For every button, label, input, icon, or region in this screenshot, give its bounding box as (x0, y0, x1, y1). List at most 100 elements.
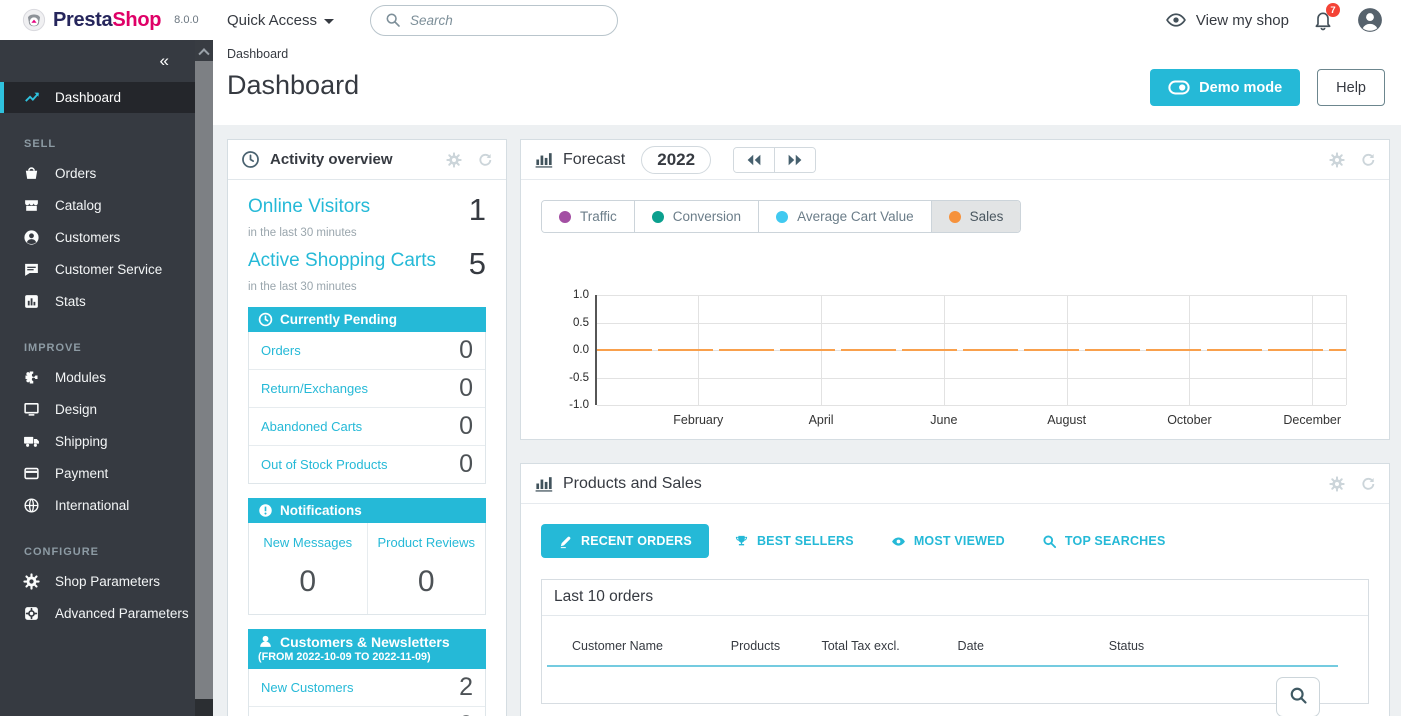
forecast-tab-sales[interactable]: Sales (931, 201, 1021, 232)
sidebar-item-customers[interactable]: Customers (0, 221, 195, 253)
summary-row-label[interactable]: New Customers (261, 680, 353, 695)
sidebar-item-label: Catalog (55, 198, 102, 213)
tab-label: BEST SELLERS (757, 534, 854, 548)
gridline-horizontal (597, 323, 1346, 324)
gear-icon[interactable] (1329, 152, 1345, 168)
stat-value: 5 (469, 250, 486, 278)
scrollbar-thumb[interactable] (195, 61, 213, 699)
scrollbar-up-button[interactable] (195, 40, 213, 61)
y-axis-tick-label: -0.5 (569, 372, 589, 384)
help-label: Help (1336, 80, 1366, 96)
panel-title: Activity overview (270, 151, 393, 168)
x-axis-tick-label: June (930, 413, 957, 427)
person-icon (23, 229, 40, 246)
sidebar-item-stats[interactable]: Stats (0, 285, 195, 317)
next-year-button[interactable] (774, 148, 815, 172)
summary-row-label[interactable]: Out of Stock Products (261, 457, 387, 472)
refresh-icon[interactable] (1360, 476, 1376, 492)
sidebar-item-label: Stats (55, 294, 86, 309)
notification-cell-label[interactable]: New Messages (263, 535, 352, 550)
sidebar-item-label: International (55, 498, 129, 513)
breadcrumb[interactable]: Dashboard (227, 47, 1385, 61)
sidebar-scrollbar[interactable] (195, 40, 213, 716)
y-axis-tick-label: 0.5 (573, 317, 589, 329)
stat-label[interactable]: Online Visitors (248, 196, 370, 218)
orders-table-header: Customer NameProductsTotal Tax excl.Date… (547, 616, 1338, 667)
profile-avatar[interactable] (1357, 7, 1383, 33)
puzzle-icon (23, 369, 40, 386)
prestashop-logo[interactable]: PrestaShop 8.0.0 (22, 8, 195, 32)
activity-overview-panel: Activity overview Online Visitors 1 in the… (227, 139, 507, 716)
version-label: 8.0.0 (174, 14, 198, 26)
tab-label: RECENT ORDERS (581, 534, 692, 548)
search-icon (385, 12, 401, 28)
series-color-dot (559, 211, 571, 223)
scrollbar-down-button[interactable] (195, 699, 213, 716)
demo-mode-button[interactable]: Demo mode (1150, 69, 1300, 106)
sidebar-item-shop-parameters[interactable]: Shop Parameters (0, 565, 195, 597)
notifications-bell[interactable]: 7 (1313, 9, 1333, 31)
x-axis-tick-label: April (809, 413, 834, 427)
stat-subtitle: in the last 30 minutes (248, 281, 486, 293)
help-button[interactable]: Help (1317, 69, 1385, 106)
tab-most-viewed[interactable]: MOST VIEWED (879, 524, 1017, 558)
sidebar-item-dashboard[interactable]: Dashboard (0, 82, 195, 113)
globe-icon (23, 497, 40, 514)
view-order-button[interactable] (1276, 677, 1320, 716)
sidebar-sections: SELLOrdersCatalogCustomersCustomer Servi… (0, 138, 195, 629)
demo-mode-label: Demo mode (1199, 80, 1282, 96)
gear-icon (23, 573, 40, 590)
sidebar-item-label: Modules (55, 370, 106, 385)
search-box[interactable] (370, 5, 618, 36)
activity-stats: Online Visitors 1 in the last 30 minutes Ac… (248, 196, 486, 293)
tab-top-searches[interactable]: TOP SEARCHES (1030, 524, 1178, 558)
y-axis-tick-label: -1.0 (569, 399, 589, 411)
topbar: PrestaShop 8.0.0 Quick Access View my sh… (0, 0, 1401, 40)
notification-cell-label[interactable]: Product Reviews (377, 535, 475, 550)
search-icon (1042, 534, 1057, 549)
series-color-dot (949, 211, 961, 223)
tab-best-sellers[interactable]: BEST SELLERS (722, 524, 866, 558)
products-sales-tabs: RECENT ORDERS BEST SELLERS MOST VIEWED TOP … (521, 504, 1389, 558)
advanced-gear-icon (23, 605, 40, 622)
search-input[interactable] (410, 13, 603, 28)
stat-label[interactable]: Active Shopping Carts (248, 250, 436, 272)
last-orders-box: Last 10 orders Customer NameProductsTota… (541, 579, 1369, 704)
gear-icon[interactable] (1329, 476, 1345, 492)
sidebar-item-shipping[interactable]: Shipping (0, 425, 195, 457)
sidebar-item-international[interactable]: International (0, 489, 195, 521)
stat-value: 1 (469, 196, 486, 224)
summary-row-value: 0 (459, 338, 473, 363)
sidebar-item-customer-service[interactable]: Customer Service (0, 253, 195, 285)
gear-icon[interactable] (446, 152, 462, 168)
summary-row-label[interactable]: Orders (261, 343, 301, 358)
sidebar-item-design[interactable]: Design (0, 393, 195, 425)
brand-name: PrestaShop (53, 9, 161, 32)
tab-recent-orders[interactable]: RECENT ORDERS (541, 524, 709, 558)
year-selector[interactable]: 2022 (641, 146, 711, 174)
forecast-tab-traffic[interactable]: Traffic (542, 201, 634, 232)
forecast-tab-conversion[interactable]: Conversion (634, 201, 758, 232)
stats-icon (23, 293, 40, 310)
sidebar-item-modules[interactable]: Modules (0, 361, 195, 393)
summary-row-label[interactable]: Return/Exchanges (261, 381, 368, 396)
refresh-icon[interactable] (1360, 152, 1376, 168)
notification-count-badge: 7 (1326, 3, 1340, 17)
sidebar-item-catalog[interactable]: Catalog (0, 189, 195, 221)
sidebar-item-advanced-parameters[interactable]: Advanced Parameters (0, 597, 195, 629)
summary-row-label[interactable]: Abandoned Carts (261, 419, 362, 434)
view-my-shop-link[interactable]: View my shop (1165, 12, 1289, 29)
refresh-icon[interactable] (477, 152, 493, 168)
notification-cell-new-messages: New Messages0 (249, 523, 367, 614)
sidebar-collapse-button[interactable]: « (0, 40, 195, 82)
quick-access-dropdown[interactable]: Quick Access (227, 12, 334, 29)
chevron-up-icon (198, 48, 209, 59)
tab-label: MOST VIEWED (914, 534, 1005, 548)
previous-year-button[interactable] (734, 148, 774, 172)
sidebar-item-orders[interactable]: Orders (0, 157, 195, 189)
summary-row-value: 0 (459, 376, 473, 401)
sidebar-item-payment[interactable]: Payment (0, 457, 195, 489)
column-header-customer-name: Customer Name (572, 639, 731, 653)
customers-rows: New Customers2New Subscriptions0 (248, 669, 486, 716)
forecast-tab-average-cart-value[interactable]: Average Cart Value (758, 201, 931, 232)
